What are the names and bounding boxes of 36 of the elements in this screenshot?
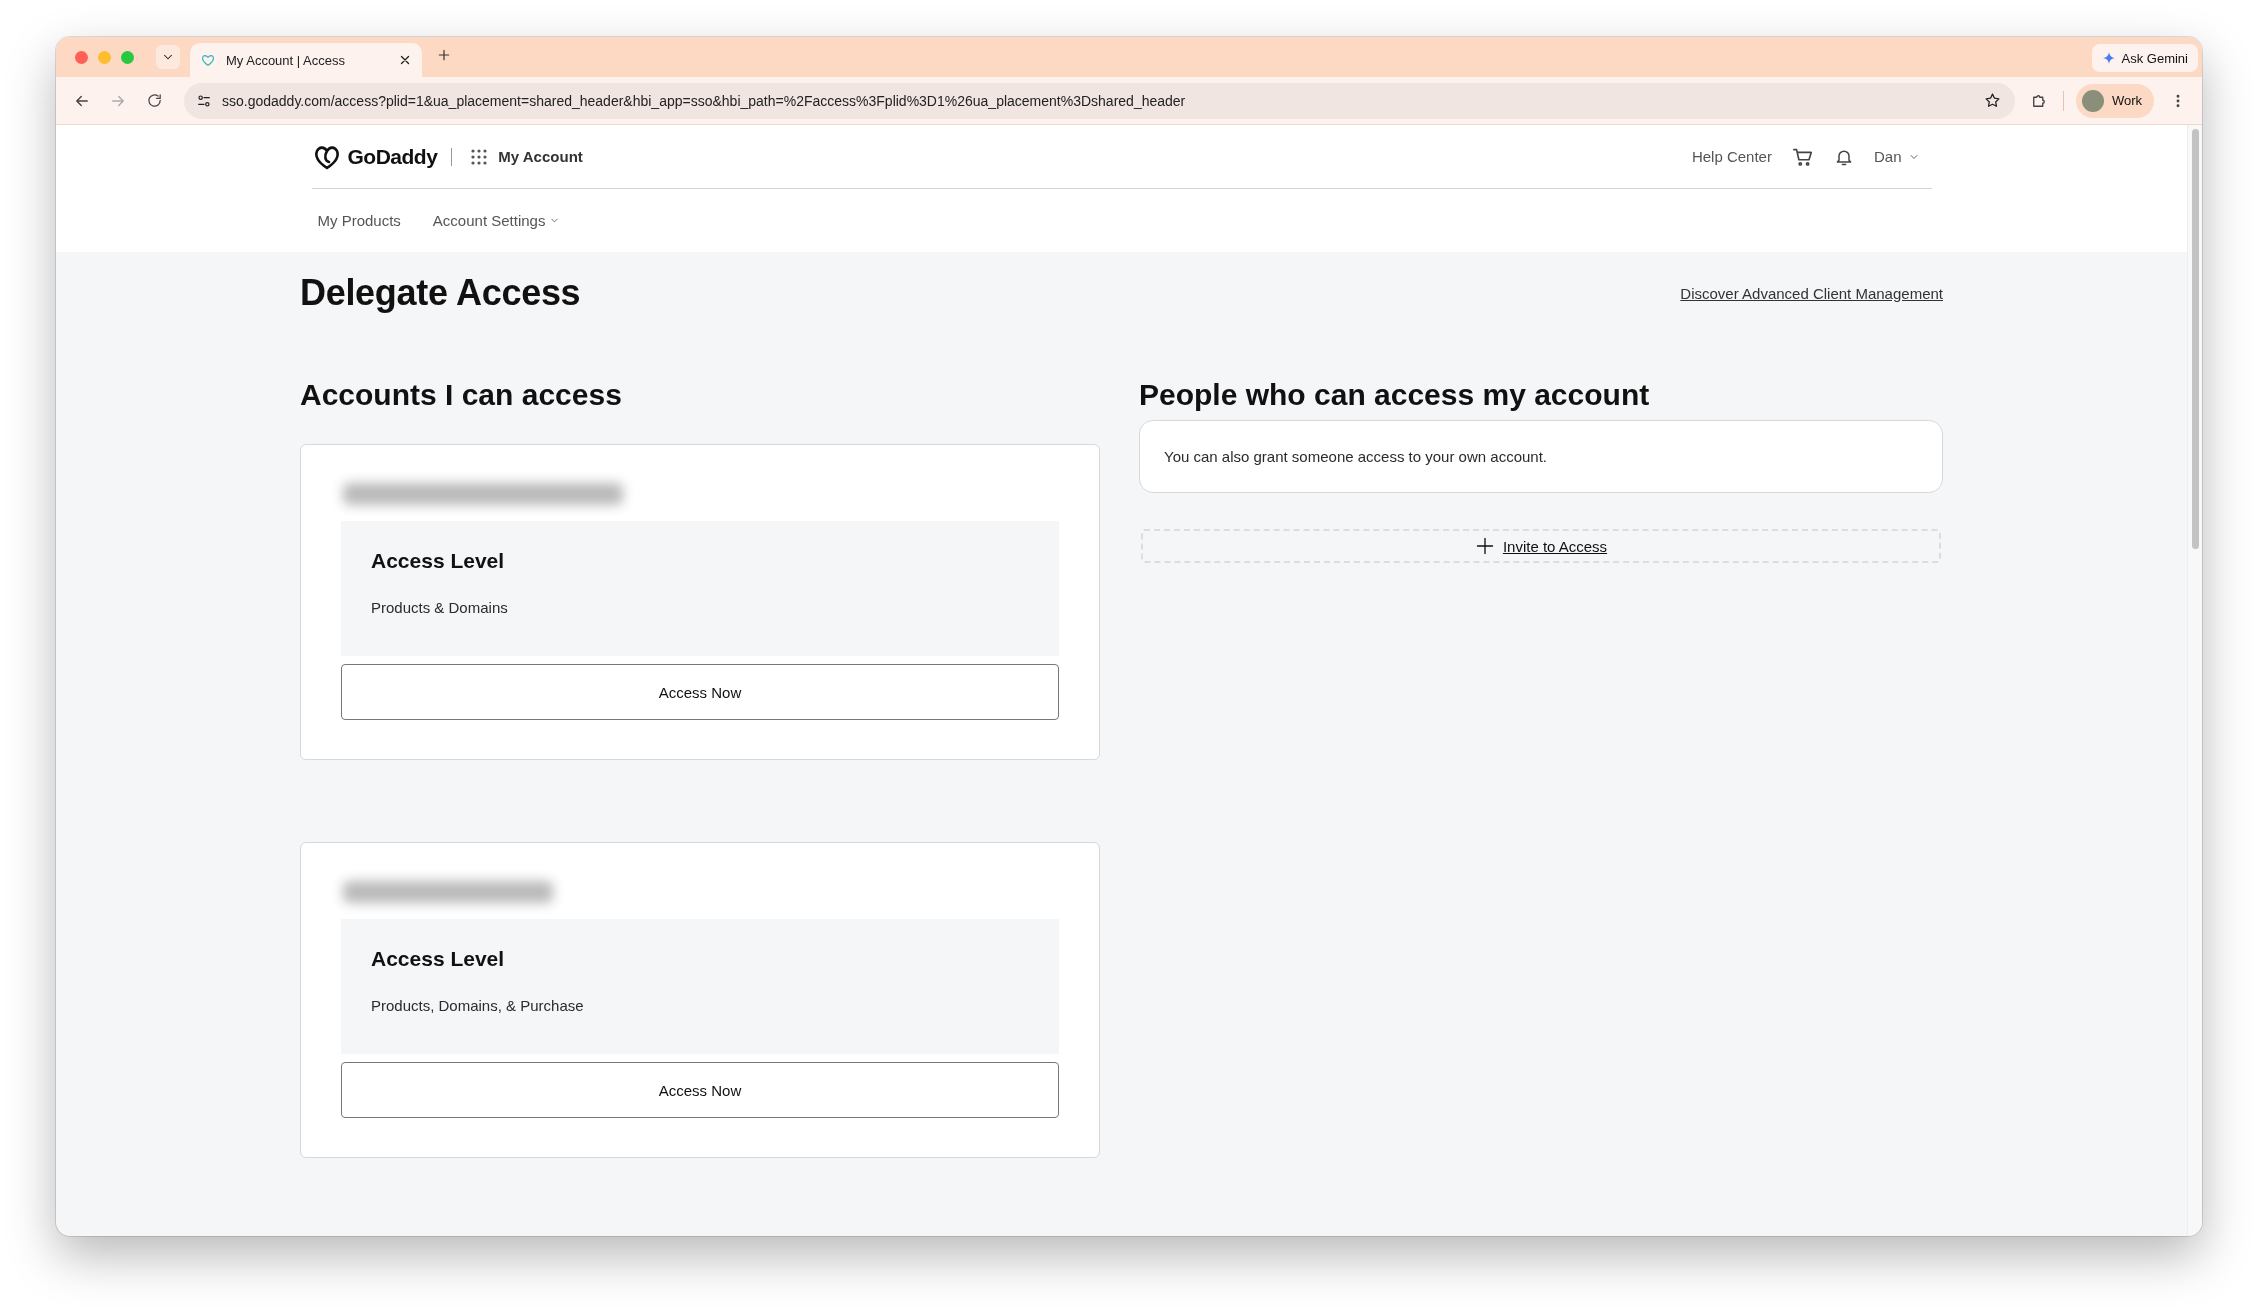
browser-tab[interactable]: My Account | Access xyxy=(190,43,422,77)
nav-link[interactable]: Account Settings xyxy=(432,212,561,229)
section-heading: Accounts I can access xyxy=(300,378,623,413)
scrollbar-thumb[interactable] xyxy=(2191,129,2199,549)
tab-title: My Account | Access xyxy=(226,52,346,68)
reload-icon xyxy=(145,92,163,109)
access-now-button[interactable]: Access Now xyxy=(341,1062,1059,1118)
gemini-button[interactable]: Ask Gemini xyxy=(2091,44,2198,72)
access-level-value: Products & Domains xyxy=(371,599,509,616)
close-window-button[interactable] xyxy=(75,50,88,64)
apps-menu-button[interactable]: My Account xyxy=(470,147,583,166)
tab-list-button[interactable] xyxy=(156,45,180,69)
client-management-link[interactable]: Discover Advanced Client Management xyxy=(1680,284,1943,302)
page-title: Delegate Access xyxy=(300,272,581,314)
invite-button[interactable]: Invite to Access xyxy=(1141,529,1941,563)
info-text: You can also grant someone access to your own account. xyxy=(1164,448,1547,465)
nav-link[interactable]: My Products xyxy=(317,212,401,229)
sliders-icon xyxy=(196,92,212,109)
address-bar[interactable]: sso.godaddy.com/access?plid=1&ua_placement=shared_header&hbi_app=sso&hbi_path=%2Faccess%3Fplid%3D1%26ua_placement%3Dshared_header xyxy=(184,82,2015,119)
avatar-icon xyxy=(2081,89,2104,112)
access-level-value: Products, Domains, & Purchase xyxy=(371,997,585,1014)
user-menu[interactable]: Dan xyxy=(1873,148,1920,165)
zoom-window-button[interactable] xyxy=(121,50,134,64)
profile-button[interactable]: Work xyxy=(2075,83,2154,118)
star-icon xyxy=(1983,92,2001,109)
grid-icon xyxy=(470,147,489,166)
plus-icon xyxy=(436,47,452,63)
brand-name: GoDaddy xyxy=(347,144,438,169)
section-heading: People who can access my account xyxy=(1139,378,1651,413)
access-level-title: Access Level xyxy=(371,947,506,971)
heart-logo-icon xyxy=(200,52,216,68)
access-now-button[interactable]: Access Now xyxy=(341,664,1059,720)
access-level-title: Access Level xyxy=(371,549,506,573)
plus-icon xyxy=(1474,536,1495,556)
help-center-link[interactable]: Help Center xyxy=(1691,148,1772,165)
close-icon xyxy=(398,53,412,67)
